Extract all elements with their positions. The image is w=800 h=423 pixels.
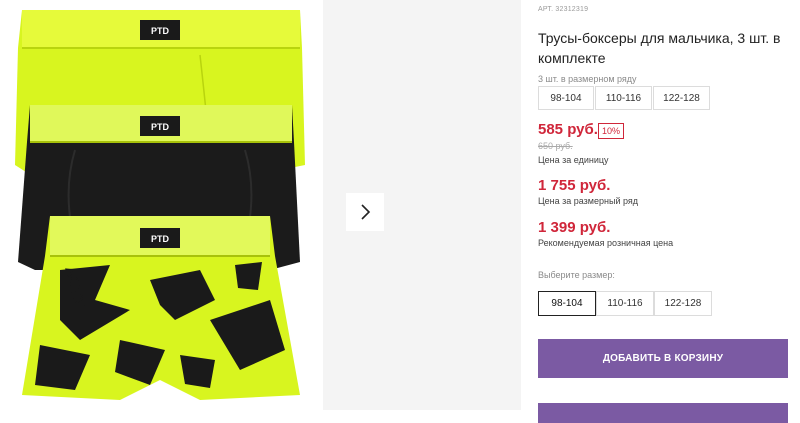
discount-badge: 10% (598, 123, 625, 139)
chevron-right-icon (361, 204, 371, 220)
product-photo: PTD PTD ACTIV PTD (15, 10, 305, 400)
set-label: 3 шт. в размерном ряду (538, 74, 637, 84)
unit-price-note: Цена за единицу (538, 155, 609, 165)
add-to-cart-button[interactable]: ДОБАВИТЬ В КОРЗИНУ (538, 339, 788, 378)
old-price: 650 руб. (538, 141, 573, 151)
gallery-next-button[interactable] (346, 193, 384, 231)
brand-label-front: PTD (151, 234, 170, 244)
set-price-note: Цена за размерный ряд (538, 196, 639, 206)
size-picker-label: Выберите размер: (538, 270, 615, 280)
unit-price: 585 руб. (538, 121, 598, 138)
size-option-98-104[interactable]: 98-104 (538, 291, 596, 316)
rrp-price: 1 399 руб. (538, 219, 611, 236)
size-picker: 98-104 110-116 122-128 (538, 291, 712, 316)
product-image[interactable]: PTD PTD ACTIV PTD (0, 0, 323, 410)
set-size-chip: 98-104 (538, 86, 594, 110)
rrp-price-note: Рекомендуемая розничная цена (538, 238, 674, 248)
set-price: 1 755 руб. (538, 177, 611, 194)
brand-label-middle: PTD (151, 122, 170, 132)
boxer-print: ACTIV PTD (22, 216, 300, 400)
size-option-122-128[interactable]: 122-128 (654, 291, 712, 316)
set-sizes: 98-104 110-116 122-128 (538, 86, 711, 110)
product-title: Трусы-боксеры для мальчика, 3 шт. в комп… (538, 30, 781, 66)
size-option-110-116[interactable]: 110-116 (596, 291, 654, 316)
set-size-chip: 122-128 (653, 86, 710, 110)
brand-label-top: PTD (151, 26, 170, 36)
article-number: АРТ. 32312319 (538, 6, 589, 13)
set-size-chip: 110-116 (595, 86, 652, 110)
secondary-action-button[interactable] (538, 403, 788, 423)
